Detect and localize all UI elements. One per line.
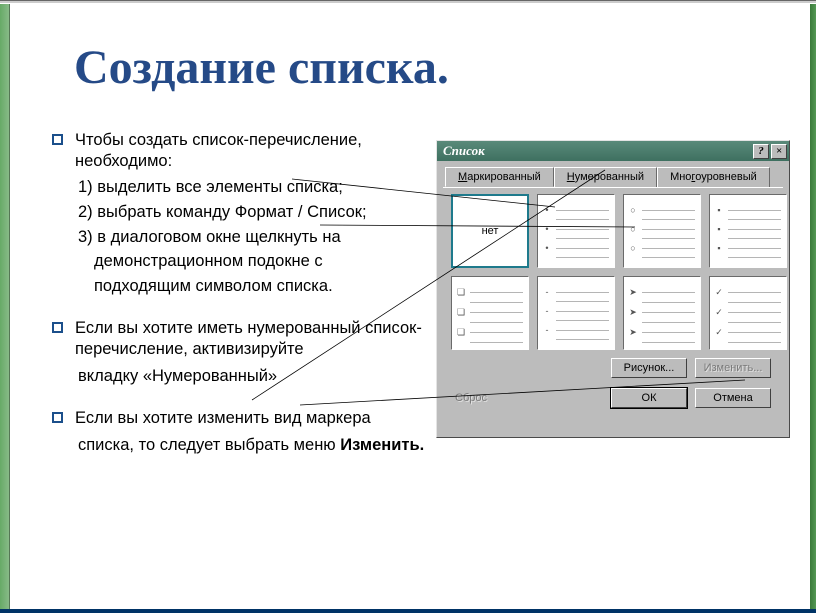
accent-left [0,4,10,609]
style-grid: нет•••○○○▪▪▪❏❏❏---➤➤➤✓✓✓ [451,194,783,350]
bullet-1-sub-4: демонстрационном подокне с [94,251,432,272]
bullet-icon [52,412,63,423]
tab-numbered[interactable]: Нумерованный [554,167,657,187]
frame-bottom [0,609,816,613]
page-title: Создание списка. [74,40,449,95]
style-cell-4[interactable]: ❏❏❏ [451,276,529,350]
bullet-3-tail: списка, то следует выбрать меню Изменить… [78,435,432,456]
tab-pane: нет•••○○○▪▪▪❏❏❏---➤➤➤✓✓✓ Рисунок... Изме… [443,187,783,408]
reset-button[interactable]: Сброс [455,392,487,404]
bullet-1-sub-2: 2) выбрать команду Формат / Список; [78,202,432,223]
bullet-3: Если вы хотите изменить вид маркера [52,408,432,429]
style-cell-6[interactable]: ➤➤➤ [623,276,701,350]
image-button[interactable]: Рисунок... [611,358,687,378]
style-cell-5[interactable]: --- [537,276,615,350]
style-cell-3[interactable]: ▪▪▪ [709,194,787,268]
bullet-2-text: Если вы хотите иметь нумерованный список… [75,318,432,359]
change-button[interactable]: Изменить... [695,358,771,378]
close-button[interactable]: × [771,144,787,159]
bullet-1-text: Чтобы создать список-перечисление, необх… [75,130,432,171]
bullet-icon [52,322,63,333]
accent-right [810,4,816,609]
bullet-1: Чтобы создать список-перечисление, необх… [52,130,432,171]
frame-shadow [0,1,816,3]
bullet-1-sub-5: подходящим символом списка. [94,276,432,297]
bullet-1-sub-1: 1) выделить все элементы списка; [78,177,432,198]
none-label: нет [482,225,499,237]
tab-multilevel[interactable]: Многоуровневый [657,167,770,187]
style-cell-7[interactable]: ✓✓✓ [709,276,787,350]
ok-button[interactable]: ОК [611,388,687,408]
cancel-button[interactable]: Отмена [695,388,771,408]
bullet-2-tail: вкладку «Нумерованный» [78,366,432,387]
dialog-title: Список [443,143,485,159]
style-cell-1[interactable]: ••• [537,194,615,268]
body-text: Чтобы создать список-перечисление, необх… [52,130,432,460]
list-dialog: Список ? × Маркированный Нумерованный Мн… [436,140,790,438]
help-button[interactable]: ? [753,144,769,159]
bullet-3-text: Если вы хотите изменить вид маркера [75,408,371,429]
tabs: Маркированный Нумерованный Многоуровневы… [445,167,789,187]
tab-bulleted[interactable]: Маркированный [445,167,554,187]
bullet-2: Если вы хотите иметь нумерованный список… [52,318,432,359]
dialog-titlebar[interactable]: Список ? × [437,141,789,161]
style-cell-0[interactable]: нет [451,194,529,268]
style-cell-2[interactable]: ○○○ [623,194,701,268]
bullet-icon [52,134,63,145]
bullet-1-sub-3: 3) в диалоговом окне щелкнуть на [78,227,432,248]
